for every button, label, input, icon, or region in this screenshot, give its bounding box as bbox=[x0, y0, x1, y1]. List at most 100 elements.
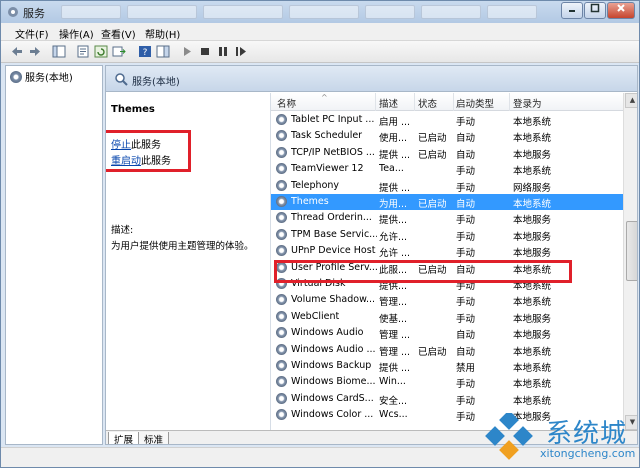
service-gear-icon bbox=[276, 114, 287, 125]
table-row[interactable]: Windows Biome... Win... 手动 本地系统 bbox=[271, 374, 623, 390]
service-name-cell: TPM Base Servic... bbox=[291, 228, 377, 240]
column-header-name[interactable]: 名称 bbox=[277, 96, 296, 110]
service-description-cell: 使用... bbox=[379, 133, 408, 145]
service-gear-icon bbox=[276, 163, 287, 175]
tab-standard[interactable]: 标准 bbox=[138, 432, 170, 444]
restart-service-button[interactable] bbox=[233, 44, 249, 59]
scroll-down-button[interactable]: ▼ bbox=[625, 415, 637, 430]
service-startup-cell: 自动 bbox=[456, 133, 476, 145]
console-tree-button[interactable] bbox=[51, 44, 67, 59]
stop-service-button[interactable] bbox=[197, 44, 213, 59]
help-button[interactable]: ? bbox=[137, 44, 153, 59]
services-window: 服务 文件(F) 操作(A) 查看(V) 帮助(H) ? 服务(本地) 服务(本… bbox=[0, 0, 640, 468]
table-row[interactable]: Tablet PC Input ... 启用 ... 手动 本地系统 bbox=[271, 112, 623, 128]
restart-icon bbox=[236, 47, 246, 56]
table-row[interactable]: Volume Shadow... 管理... 手动 本地系统 bbox=[271, 292, 623, 308]
menu-file[interactable]: 文件(F) bbox=[15, 26, 49, 41]
table-row[interactable]: TeamViewer 12 Tea... 手动 本地系统 bbox=[271, 161, 623, 177]
column-separator[interactable] bbox=[509, 93, 510, 111]
pane-title: 服务(本地) bbox=[132, 77, 180, 88]
table-row[interactable]: TPM Base Servic... 允许... 手动 本地服务 bbox=[271, 227, 623, 243]
table-row[interactable]: Task Scheduler 使用... 已启动 自动 本地系统 bbox=[271, 128, 623, 144]
vertical-scrollbar[interactable]: ▲ ▼ bbox=[623, 93, 637, 431]
maximize-button[interactable] bbox=[584, 2, 606, 19]
menu-help[interactable]: 帮助(H) bbox=[145, 26, 180, 41]
show-hide-button[interactable] bbox=[155, 44, 171, 59]
refresh-button[interactable] bbox=[93, 44, 109, 59]
selected-service-name: Themes bbox=[111, 104, 155, 115]
menu-view[interactable]: 查看(V) bbox=[101, 26, 136, 41]
close-icon bbox=[617, 4, 625, 12]
pause-service-button[interactable] bbox=[215, 44, 231, 59]
scroll-thumb[interactable] bbox=[626, 221, 637, 281]
service-status-cell: 已启动 bbox=[418, 346, 447, 358]
tree-item-services-local[interactable]: 服务(本地) bbox=[10, 69, 73, 84]
service-logon-cell: 本地服务 bbox=[513, 231, 552, 243]
table-row[interactable]: Windows Audio ... 管理 ... 已启动 自动 本地系统 bbox=[271, 342, 623, 358]
service-logon-cell: 本地系统 bbox=[513, 395, 552, 407]
tab-extended[interactable]: 扩展 bbox=[108, 432, 140, 444]
blurred-taskbar-tab bbox=[61, 5, 121, 19]
service-logon-cell: 本地系统 bbox=[513, 297, 552, 309]
start-service-button[interactable] bbox=[179, 44, 195, 59]
column-separator[interactable] bbox=[453, 93, 454, 111]
search-services-icon bbox=[114, 72, 128, 89]
service-gear-icon bbox=[276, 376, 287, 388]
service-description-cell: Wcs... bbox=[379, 409, 408, 421]
menu-action[interactable]: 操作(A) bbox=[59, 26, 94, 41]
service-description-cell: 允许 ... bbox=[379, 248, 411, 260]
title-bar[interactable]: 服务 bbox=[1, 1, 639, 23]
service-logon-cell: 本地系统 bbox=[513, 199, 552, 210]
forward-button[interactable] bbox=[27, 44, 43, 59]
service-description-cell: 管理 ... bbox=[379, 346, 411, 358]
table-row[interactable]: Windows Backup 提供 ... 禁用 本地系统 bbox=[271, 358, 623, 374]
service-startup-cell: 手动 bbox=[456, 395, 476, 407]
table-row[interactable]: Thread Orderin... 提供... 手动 本地服务 bbox=[271, 210, 623, 226]
column-separator[interactable] bbox=[414, 93, 415, 111]
service-description-cell: 使基... bbox=[379, 313, 408, 325]
stop-icon bbox=[201, 48, 209, 55]
table-row[interactable]: Windows CardS... 安全... 手动 本地系统 bbox=[271, 391, 623, 407]
service-gear-icon bbox=[276, 409, 287, 421]
service-gear-icon bbox=[276, 228, 287, 240]
service-name-cell: Tablet PC Input ... bbox=[291, 114, 375, 125]
table-row[interactable]: Telephony 提供 ... 手动 网络服务 bbox=[271, 178, 623, 194]
properties-button[interactable] bbox=[75, 44, 91, 59]
column-header-status[interactable]: 状态 bbox=[418, 96, 437, 110]
column-header-row: 名称 ^ 描述 状态 启动类型 登录为 bbox=[271, 93, 623, 111]
service-description-cell: 提供 ... bbox=[379, 363, 411, 374]
service-gear-icon bbox=[276, 245, 287, 257]
service-startup-cell: 手动 bbox=[456, 248, 476, 260]
service-startup-cell: 手动 bbox=[456, 379, 476, 391]
table-row[interactable]: Windows Color ... Wcs... 手动 本地服务 bbox=[271, 407, 623, 423]
back-button[interactable] bbox=[9, 44, 25, 59]
table-row[interactable]: Windows Audio 管理 ... 自动 本地服务 bbox=[271, 325, 623, 341]
table-row[interactable]: UPnP Device Host 允许 ... 手动 本地服务 bbox=[271, 243, 623, 259]
service-startup-cell: 手动 bbox=[456, 215, 476, 227]
column-header-description[interactable]: 描述 bbox=[379, 96, 398, 110]
table-row[interactable]: TCP/IP NetBIOS ... 提供 ... 已启动 自动 本地服务 bbox=[271, 145, 623, 161]
service-gear-icon bbox=[276, 343, 287, 355]
export-list-button[interactable] bbox=[111, 44, 127, 59]
column-header-startup-type[interactable]: 启动类型 bbox=[456, 96, 494, 110]
close-button[interactable] bbox=[607, 2, 635, 19]
minimize-button[interactable] bbox=[561, 2, 583, 19]
pane-header: 服务(本地) bbox=[106, 66, 637, 92]
service-description-cell: 启用 ... bbox=[379, 117, 411, 128]
service-detail-panel: Themes 停止此服务 重启动此服务 描述: 为用户提供使用主题管理的体验。 bbox=[106, 93, 270, 431]
column-separator[interactable] bbox=[375, 93, 376, 111]
service-logon-cell: 本地系统 bbox=[513, 117, 552, 128]
panel-icon bbox=[156, 45, 170, 58]
sort-arrow-icon: ^ bbox=[321, 93, 328, 102]
scroll-up-button[interactable]: ▲ bbox=[625, 93, 637, 108]
column-header-logon-as[interactable]: 登录为 bbox=[513, 96, 542, 110]
table-row[interactable]: WebClient 使基... 手动 本地服务 bbox=[271, 309, 623, 325]
service-startup-cell: 自动 bbox=[456, 330, 476, 342]
table-row[interactable]: Themes 为用... 已启动 自动 本地系统 bbox=[271, 194, 623, 210]
properties-icon bbox=[77, 45, 89, 58]
services-list: 名称 ^ 描述 状态 启动类型 登录为 Tablet PC Input ... 启… bbox=[270, 93, 637, 431]
service-description-cell: 管理... bbox=[379, 297, 408, 309]
service-name-cell: Volume Shadow... bbox=[291, 294, 376, 306]
service-description-cell: 为用... bbox=[379, 199, 408, 210]
highlight-box-actions bbox=[106, 130, 191, 172]
